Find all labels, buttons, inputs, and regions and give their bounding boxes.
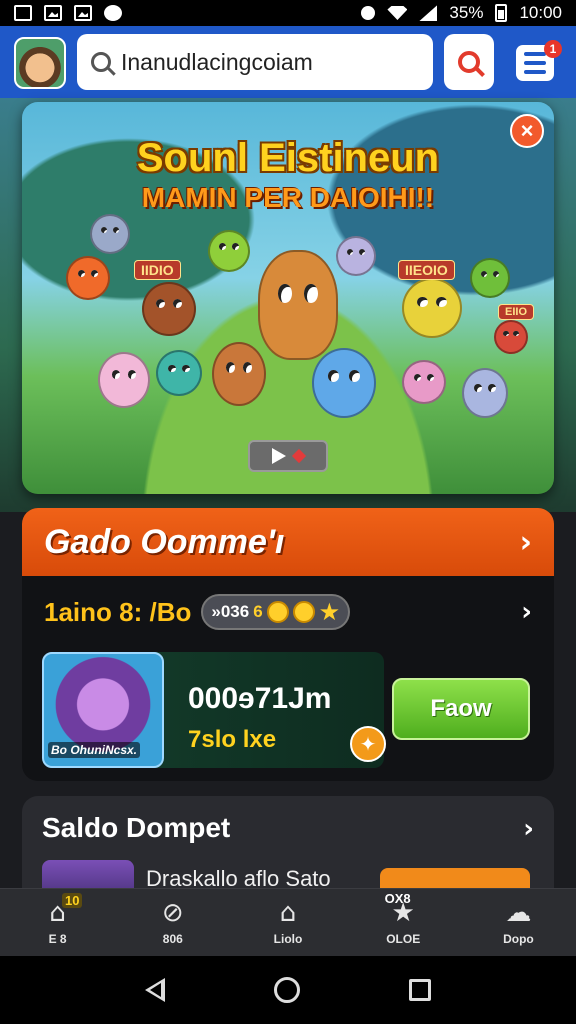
reward-pill: »036 6 ★ [201, 594, 351, 630]
reward-pill-text: »036 [211, 602, 250, 621]
back-icon[interactable] [144, 978, 165, 1002]
avatar[interactable] [14, 37, 66, 89]
creature-bunny-icon [462, 368, 508, 418]
star-icon: ✦ [350, 726, 386, 762]
item-thumbnail-label: Bo OhuniNcsx. [48, 742, 141, 758]
app-header: Inanudlacingcoiam 1 [0, 26, 576, 98]
reward-pill-value: 6 [253, 602, 263, 621]
item-subtitle: 7slo lxe [188, 726, 277, 753]
close-button[interactable]: × [510, 114, 544, 148]
clock: 10:00 [519, 3, 562, 22]
promo-row-label: 1aino 8: /Bo [44, 596, 192, 627]
star-icon: ★ [318, 598, 341, 626]
nav-badge: 10 [62, 893, 83, 908]
menu-line-icon [524, 52, 546, 56]
hero-badge-right: IIEOIO [398, 260, 455, 280]
notification-badge: 1 [544, 40, 562, 58]
battery-icon [495, 4, 508, 22]
nav-label: OLOE [386, 931, 421, 946]
nav-label: 806 [162, 931, 183, 946]
wallet-title: Saldo Dompet [42, 812, 231, 843]
status-left [14, 5, 122, 21]
chevron-right-icon: › [519, 524, 532, 560]
promo-item[interactable]: Bo OhuniNcsx. 000ɘ71Jm 7slo lxe ✦ [42, 652, 386, 768]
bottom-nav: 10 ⌂ E 8 ⊘ 806 ⌂ Liolo OX8 ★ OLOE ☁ Dopo [0, 888, 576, 956]
item-thumbnail: Bo OhuniNcsx. [42, 652, 164, 768]
creature-fox-icon [66, 256, 110, 300]
coin-icon [266, 601, 289, 623]
pill-icon: ⊘ [161, 897, 184, 928]
creature-fox-small-icon [212, 342, 266, 406]
promo-header[interactable]: Gado Oomme'ı › [22, 508, 554, 576]
signal-icon [419, 5, 438, 21]
search-button[interactable] [444, 34, 494, 90]
battery-percent: 35% [449, 3, 484, 22]
play-icon [272, 448, 286, 464]
nav-label: Dopo [503, 931, 534, 946]
creature-blue-dragon-icon [312, 348, 376, 418]
creature-goblin-icon [470, 258, 510, 298]
menu-line-icon [524, 70, 546, 74]
app-notification-icon [104, 5, 122, 21]
nav-label: Liolo [273, 931, 303, 946]
promo-row[interactable]: 1aino 8: /Bo »036 6 ★ › [22, 590, 554, 634]
mail-icon [14, 5, 32, 21]
chef-hat-icon: ☁ [505, 897, 532, 928]
chevron-right-icon: › [523, 814, 534, 844]
magnifier-icon [458, 51, 480, 73]
creature-imp-icon [494, 320, 528, 354]
wifi-icon [387, 6, 408, 20]
play-button[interactable] [248, 440, 328, 472]
nav-item-home-feed[interactable]: 10 ⌂ E 8 [0, 889, 115, 956]
creature-fox-hero-icon [258, 250, 338, 360]
creature-chick-icon [402, 278, 462, 338]
image-icon [74, 5, 92, 21]
nav-badge: OX8 [384, 891, 411, 906]
creature-frog-icon [208, 230, 250, 272]
creature-cat-icon [90, 214, 130, 254]
hero-section: Sounl Eistineun MAMIN PER DAIOIHI!! × II… [0, 98, 576, 512]
creature-pig-icon [98, 352, 150, 408]
search-icon [91, 52, 111, 72]
promo-title: Gado Oomme'ı [44, 522, 285, 561]
nav-item-star[interactable]: OX8 ★ OLOE [346, 889, 461, 956]
nav-item-home[interactable]: ⌂ Liolo [230, 889, 345, 956]
hero-banner[interactable]: Sounl Eistineun MAMIN PER DAIOIHI!! × II… [22, 102, 554, 494]
system-nav-bar [0, 956, 576, 1024]
alarm-icon [361, 6, 376, 20]
creature-pink-blob-icon [402, 360, 446, 404]
hero-title: Sounl Eistineun [136, 136, 440, 180]
nav-item-pills[interactable]: ⊘ 806 [115, 889, 230, 956]
nav-label: E 8 [48, 931, 67, 946]
promo-card: Gado Oomme'ı › 1aino 8: /Bo »036 6 ★ › B… [22, 508, 554, 781]
record-icon [291, 448, 307, 464]
item-title: 000ɘ71Jm [188, 682, 332, 715]
search-input[interactable]: Inanudlacingcoiam [77, 34, 433, 90]
status-bar: 35% 10:00 [0, 0, 576, 26]
creature-cat-teal-icon [156, 350, 202, 396]
claim-button[interactable]: Faow [392, 678, 530, 740]
nav-item-profile[interactable]: ☁ Dopo [461, 889, 576, 956]
hero-subtitle: MAMIN PER DAIOIHI!! [141, 182, 435, 213]
gallery-icon [44, 5, 62, 21]
menu-line-icon [524, 61, 546, 65]
hero-badge-small: EIIO [498, 304, 535, 320]
search-input-text: Inanudlacingcoiam [121, 48, 313, 75]
coin-icon [292, 601, 315, 623]
home-icon: ⌂ [279, 897, 297, 928]
creature-bear-icon [336, 236, 376, 276]
status-right: 35% 10:00 [361, 3, 562, 23]
chevron-right-icon: › [521, 597, 532, 627]
creature-lion-icon [142, 282, 196, 336]
hero-badge-left: IIDIO [134, 260, 181, 280]
home-circle-icon[interactable] [273, 977, 300, 1003]
recents-icon[interactable] [409, 979, 432, 1001]
